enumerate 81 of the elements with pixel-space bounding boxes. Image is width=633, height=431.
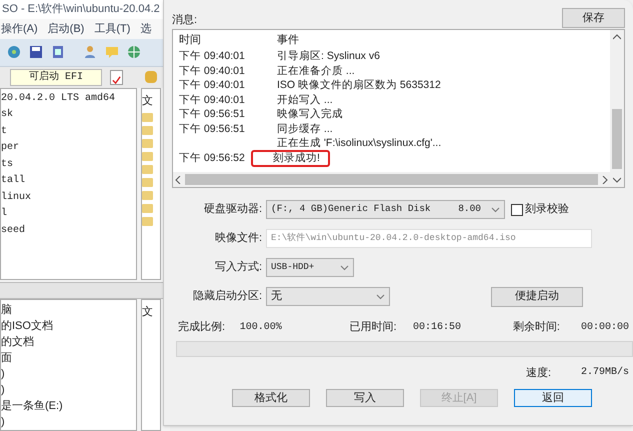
column-header[interactable]: 时间 (179, 32, 277, 48)
log-event: 映像写入完成 (277, 107, 343, 122)
save-button[interactable]: 保存 (562, 8, 625, 28)
disc-icon[interactable] (6, 44, 22, 60)
log-time: 下午 09:56:51 (179, 122, 246, 137)
tree-item[interactable]: seed (1, 222, 136, 240)
field-label: 硬盘驱动器: (202, 202, 263, 218)
field-label: 映像文件: (214, 230, 263, 246)
caret-icon (376, 294, 385, 300)
folder-icon (142, 152, 153, 162)
log-time: 下午 09:56:51 (179, 107, 246, 122)
log-event: 同步缓存 ... (277, 122, 333, 137)
drive-dropdown[interactable]: (F:, 4 GB)Generic Flash Disk 8.00 (266, 200, 505, 219)
dialog-button[interactable]: 写入 (326, 389, 404, 407)
log-time: 下午 09:40:01 (179, 49, 246, 64)
tree-item[interactable]: l (1, 206, 136, 223)
folder-icon (142, 113, 153, 122)
tree-item[interactable]: t (1, 124, 136, 140)
dialog-button[interactable]: 格式化 (232, 389, 310, 407)
tree-item[interactable]: per (1, 140, 136, 157)
tree-item[interactable]: 脑 (1, 302, 136, 318)
folder-icon (142, 217, 153, 226)
log-event: 开始写入 ... (277, 92, 333, 108)
verify-checkbox[interactable]: 刻录校验 (511, 201, 569, 218)
vertical-scrollbar[interactable] (610, 30, 624, 187)
dialog-button[interactable]: 返回 (514, 389, 592, 407)
caret-icon (491, 206, 500, 212)
column-header[interactable]: 文 (142, 306, 153, 318)
log-time: 下午 09:40:01 (179, 92, 246, 108)
tree-item[interactable]: sk (1, 107, 136, 124)
column-header[interactable]: 文 (142, 92, 153, 110)
caret-icon (340, 264, 349, 270)
log-time: 下午 09:40:01 (179, 64, 246, 79)
tree-item[interactable]: ) (1, 366, 136, 382)
stat-label: 剩余时间: (512, 320, 561, 335)
write-mode-dropdown[interactable]: USB-HDD+ (266, 258, 354, 277)
log-event: ISO 映像文件的扇区数为 5635312 (277, 78, 441, 94)
log-time: 下午 09:56:52 (179, 150, 246, 166)
stat-value: 00:16:50 (413, 320, 462, 335)
folder-icon (142, 165, 153, 174)
speed-label: 速度: (526, 366, 551, 380)
log-event: 引导扇区: Syslinux v6 (277, 49, 380, 64)
tree-item[interactable]: linux (1, 190, 136, 206)
speed-value: 2.79MB/s (580, 366, 629, 380)
messages-label: 消息: (172, 12, 198, 28)
tree-item[interactable]: 的文档 (1, 334, 136, 350)
log-time: 下午 09:40:01 (179, 78, 246, 94)
stat-label: 完成比例: (178, 320, 226, 335)
tree-item[interactable]: 20.04.2.0 LTS amd64 (1, 90, 136, 108)
menu-item[interactable]: 选 (140, 20, 152, 38)
log-event: 正在准备介质 ... (277, 64, 355, 79)
stat-value: 100.00% (240, 320, 283, 335)
menu-item[interactable]: 工具(T) (94, 20, 130, 38)
globe-icon[interactable] (126, 44, 142, 60)
tree-item[interactable]: 是一条鱼(E:) (1, 398, 136, 414)
field-label: 写入方式: (214, 260, 263, 276)
folder-icon (142, 139, 153, 148)
hidden-partition-dropdown[interactable]: 无 (266, 287, 390, 306)
log-event: 正在生成 'F:\isolinux\syslinux.cfg'... (277, 136, 442, 152)
folder-icon (142, 178, 153, 188)
tree-item[interactable]: 的ISO文档 (1, 318, 136, 334)
tree-item[interactable]: tall (1, 173, 136, 190)
quick-boot-button[interactable]: 便捷启动 (491, 286, 583, 306)
log-event: 刻录成功! (251, 150, 330, 168)
tree-item[interactable]: ) (1, 382, 136, 398)
tree-item[interactable]: 面 (1, 350, 136, 366)
folder-icon (142, 191, 153, 200)
stat-label: 已用时间: (350, 320, 398, 335)
tree-item[interactable]: ts (1, 156, 136, 174)
folder-icon (142, 204, 153, 214)
stat-value: 00:00:00 (580, 320, 629, 335)
person-icon[interactable] (82, 44, 98, 60)
field-label: 隐藏启动分区: (192, 288, 263, 304)
horizontal-scrollbar[interactable] (173, 172, 610, 187)
boot-field: 可启动 EFI (10, 68, 102, 86)
menu-item[interactable]: 启动(B) (48, 20, 84, 38)
column-header[interactable]: 事件 (277, 32, 299, 48)
tree-item[interactable]: ) (1, 414, 136, 430)
menu-item[interactable]: 操作(A) (1, 20, 38, 38)
save-icon[interactable] (28, 44, 44, 60)
folder-icon (142, 126, 153, 136)
